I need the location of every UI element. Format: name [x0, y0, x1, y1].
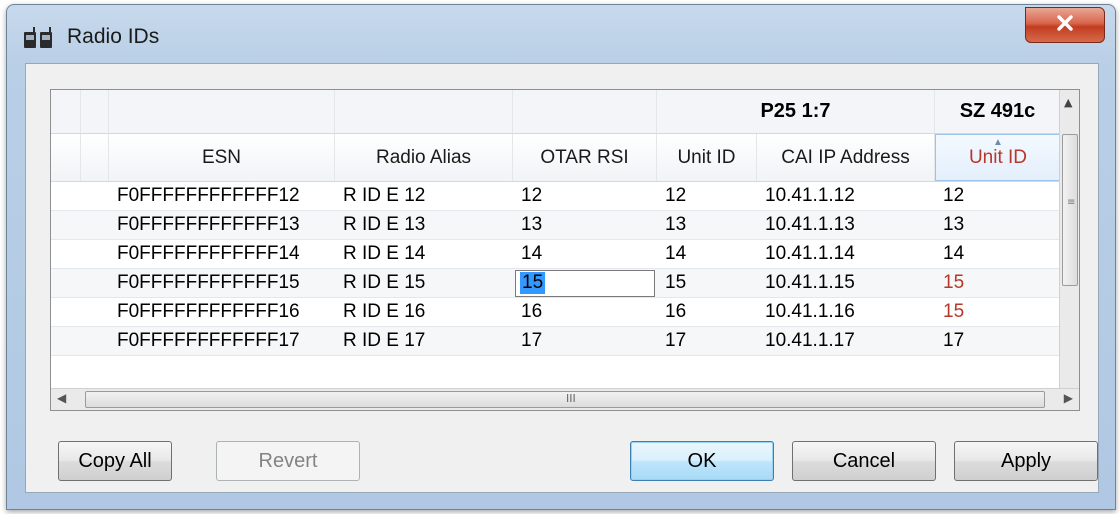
column-header-label: Unit ID: [968, 146, 1028, 168]
table-row[interactable]: F0FFFFFFFFFFFF17 R ID E 17 17 17 10.41.1…: [51, 327, 1061, 356]
close-button[interactable]: [1025, 7, 1105, 43]
cell-radio-alias[interactable]: R ID E 13: [335, 211, 513, 239]
row-indicator: [81, 327, 109, 355]
selected-text: 15: [520, 272, 546, 294]
row-selector: [51, 182, 81, 210]
vertical-scroll-thumb[interactable]: ≡: [1062, 134, 1078, 286]
row-indicator: [81, 211, 109, 239]
row-indicator: [81, 298, 109, 326]
otar-rsi-edit-input[interactable]: 15: [515, 269, 655, 297]
scroll-grip: III: [566, 392, 576, 405]
cell-unit-id[interactable]: 17: [657, 327, 757, 355]
group-header-cell: [81, 90, 109, 133]
table-row[interactable]: F0FFFFFFFFFFFF16 R ID E 16 16 16 10.41.1…: [51, 298, 1061, 327]
cell-cai-ip[interactable]: 10.41.1.13: [757, 211, 935, 239]
table-row[interactable]: F0FFFFFFFFFFFF12 R ID E 12 12 12 10.41.1…: [51, 182, 1061, 211]
row-selector: [51, 298, 81, 326]
cell-cai-ip[interactable]: 10.41.1.17: [757, 327, 935, 355]
window-title: Radio IDs: [67, 25, 160, 48]
group-header-row: P25 1:7 SZ 491c: [51, 90, 1061, 134]
copy-all-button[interactable]: Copy All: [58, 441, 172, 481]
apply-button[interactable]: Apply: [954, 441, 1098, 481]
cell-esn[interactable]: F0FFFFFFFFFFFF17: [109, 327, 335, 355]
column-header-row: ESN Radio Alias OTAR RSI Unit ID CAI IP …: [51, 134, 1061, 182]
cell-radio-alias[interactable]: R ID E 17: [335, 327, 513, 355]
radio-icon: [23, 27, 57, 49]
group-header-cell: [513, 90, 657, 133]
sort-ascending-icon: ▲: [993, 137, 1003, 148]
column-header-blank: [51, 134, 81, 181]
cell-radio-alias[interactable]: R ID E 12: [335, 182, 513, 210]
dialog-client-area: P25 1:7 SZ 491c ESN Radio Alias OTAR RSI…: [25, 63, 1099, 493]
cell-cai-ip[interactable]: 10.41.1.15: [757, 269, 935, 297]
row-selector: [51, 211, 81, 239]
column-header-cai-ip-address[interactable]: CAI IP Address: [757, 134, 935, 181]
cell-unit-id[interactable]: 14: [657, 240, 757, 268]
cancel-button[interactable]: Cancel: [792, 441, 936, 481]
cell-cai-ip[interactable]: 10.41.1.14: [757, 240, 935, 268]
column-header-sz-unit-id[interactable]: ▲ Unit ID: [935, 134, 1061, 181]
ok-button[interactable]: OK: [630, 441, 774, 481]
cell-unit-id[interactable]: 15: [657, 269, 757, 297]
cell-esn[interactable]: F0FFFFFFFFFFFF14: [109, 240, 335, 268]
column-header-otar-rsi[interactable]: OTAR RSI: [513, 134, 657, 181]
row-indicator: [81, 269, 109, 297]
radio-ids-table[interactable]: P25 1:7 SZ 491c ESN Radio Alias OTAR RSI…: [50, 89, 1080, 411]
cell-cai-ip[interactable]: 10.41.1.12: [757, 182, 935, 210]
cell-sz-unit-id[interactable]: 17: [935, 327, 1061, 355]
column-header-radio-alias[interactable]: Radio Alias: [335, 134, 513, 181]
cell-otar-rsi[interactable]: 17: [513, 327, 657, 355]
cell-sz-unit-id[interactable]: 13: [935, 211, 1061, 239]
cell-radio-alias[interactable]: R ID E 14: [335, 240, 513, 268]
vertical-scrollbar[interactable]: ▲ ≡: [1059, 90, 1079, 390]
cell-otar-rsi[interactable]: 13: [513, 211, 657, 239]
close-icon: [1056, 15, 1074, 35]
cell-radio-alias[interactable]: R ID E 16: [335, 298, 513, 326]
row-selector: [51, 240, 81, 268]
group-header-p25: P25 1:7: [657, 90, 935, 133]
row-indicator: [81, 182, 109, 210]
column-header-esn[interactable]: ESN: [109, 134, 335, 181]
cell-sz-unit-id[interactable]: 15: [935, 298, 1061, 326]
cell-esn[interactable]: F0FFFFFFFFFFFF12: [109, 182, 335, 210]
scroll-right-icon[interactable]: ▶: [1064, 391, 1073, 405]
table-body: F0FFFFFFFFFFFF12 R ID E 12 12 12 10.41.1…: [51, 182, 1061, 356]
cell-sz-unit-id[interactable]: 15: [935, 269, 1061, 297]
radio-ids-dialog: Radio IDs P25 1:7 SZ 491c ESN Radio Alia…: [6, 4, 1116, 510]
cell-esn[interactable]: F0FFFFFFFFFFFF15: [109, 269, 335, 297]
column-header-blank: [81, 134, 109, 181]
group-header-cell: [51, 90, 81, 133]
group-header-cell: [109, 90, 335, 133]
column-header-unit-id[interactable]: Unit ID: [657, 134, 757, 181]
cell-unit-id[interactable]: 13: [657, 211, 757, 239]
group-header-cell: [335, 90, 513, 133]
cell-otar-rsi[interactable]: 16: [513, 298, 657, 326]
group-header-sz: SZ 491c: [935, 90, 1061, 133]
row-indicator: [81, 240, 109, 268]
grip-icon: ≡: [1067, 197, 1076, 208]
cell-esn[interactable]: F0FFFFFFFFFFFF13: [109, 211, 335, 239]
table-row[interactable]: F0FFFFFFFFFFFF13 R ID E 13 13 13 10.41.1…: [51, 211, 1061, 240]
cell-otar-rsi[interactable]: 14: [513, 240, 657, 268]
cell-sz-unit-id[interactable]: 14: [935, 240, 1061, 268]
cell-unit-id[interactable]: 16: [657, 298, 757, 326]
cell-sz-unit-id[interactable]: 12: [935, 182, 1061, 210]
row-selector: [51, 269, 81, 297]
row-selector: [51, 327, 81, 355]
table-row[interactable]: F0FFFFFFFFFFFF14 R ID E 14 14 14 10.41.1…: [51, 240, 1061, 269]
cell-otar-rsi[interactable]: 12: [513, 182, 657, 210]
revert-button[interactable]: Revert: [216, 441, 360, 481]
horizontal-scroll-thumb[interactable]: III: [85, 391, 1045, 408]
scroll-left-icon[interactable]: ◀: [57, 391, 66, 405]
cell-unit-id[interactable]: 12: [657, 182, 757, 210]
cell-cai-ip[interactable]: 10.41.1.16: [757, 298, 935, 326]
cell-esn[interactable]: F0FFFFFFFFFFFF16: [109, 298, 335, 326]
cell-otar-rsi-editing[interactable]: 15: [513, 269, 657, 297]
scroll-up-icon[interactable]: ▲: [1064, 96, 1072, 109]
cell-radio-alias[interactable]: R ID E 15: [335, 269, 513, 297]
horizontal-scrollbar[interactable]: ◀ III ▶: [51, 388, 1079, 410]
table-row[interactable]: F0FFFFFFFFFFFF15 R ID E 15 15 15 10.41.1…: [51, 269, 1061, 298]
